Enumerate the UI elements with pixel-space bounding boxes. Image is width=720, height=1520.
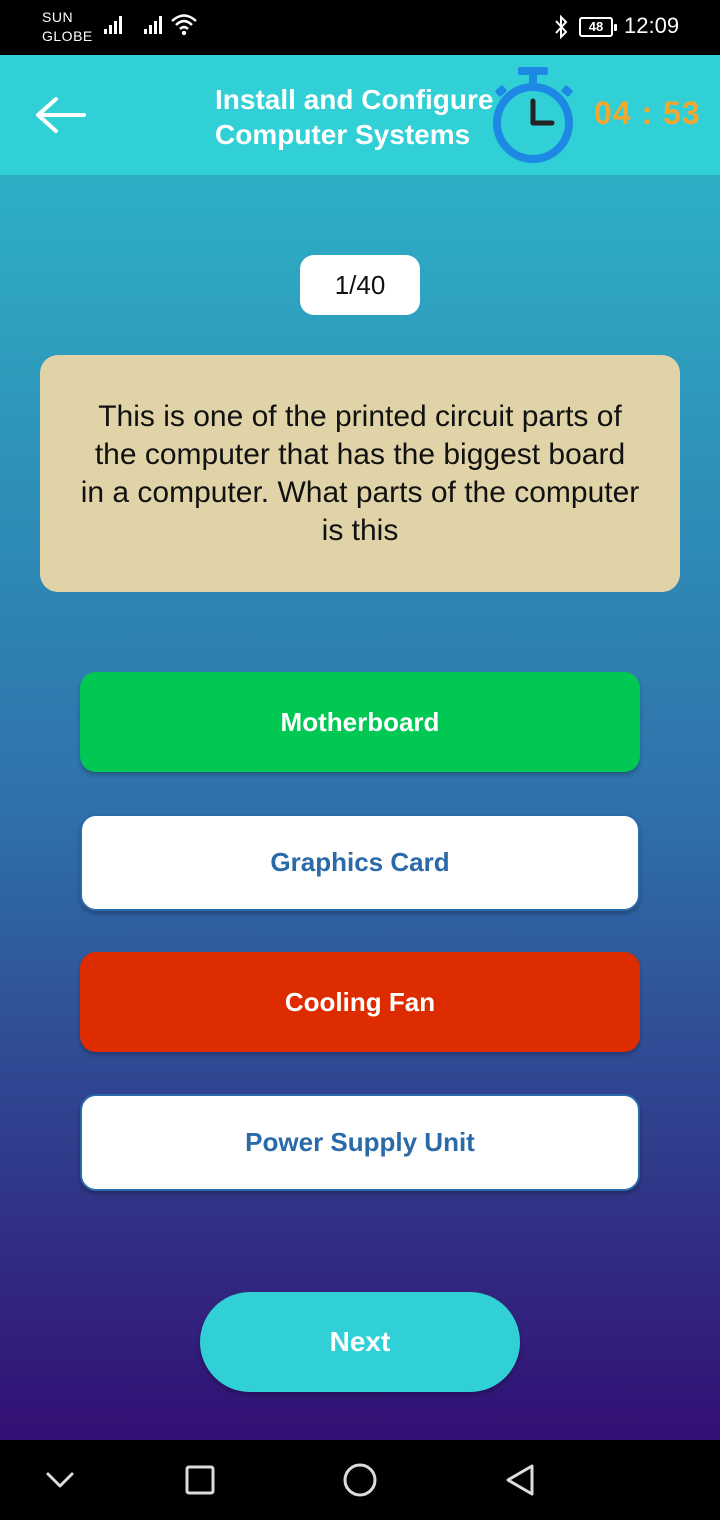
answer-option-graphics-card[interactable]: Graphics Card <box>80 814 640 911</box>
system-nav-bar <box>0 1440 720 1520</box>
bluetooth-icon <box>555 14 568 40</box>
back-arrow-icon[interactable] <box>32 93 88 137</box>
question-counter: 1/40 <box>300 255 420 315</box>
page-title: Install and Configure Computer Systems <box>215 84 494 150</box>
question-text: This is one of the printed circuit parts… <box>80 399 640 547</box>
wifi-icon <box>171 14 197 36</box>
signal-icon <box>104 14 122 34</box>
answer-option-motherboard[interactable]: Motherboard <box>80 672 640 772</box>
battery-icon: 48 <box>579 17 617 37</box>
stopwatch-icon <box>493 67 573 163</box>
status-time: 12:09 <box>624 13 680 38</box>
countdown-timer: 04 : 53 <box>594 95 701 131</box>
signal-icon <box>144 14 162 34</box>
app-header: Install and Configure Computer Systems 0… <box>0 55 720 175</box>
chevron-down-icon[interactable] <box>40 1460 80 1500</box>
status-bar: SUN GLOBE 48 12:09 <box>0 0 720 55</box>
carrier-line2: GLOBE <box>42 28 93 44</box>
quiz-screen: Install and Configure Computer Systems 0… <box>0 55 720 1440</box>
answer-option-cooling-fan[interactable]: Cooling Fan <box>80 952 640 1052</box>
square-icon[interactable] <box>180 1460 220 1500</box>
answer-option-power-supply-unit[interactable]: Power Supply Unit <box>80 1094 640 1191</box>
carrier-label: SUN GLOBE <box>42 8 93 46</box>
next-button[interactable]: Next <box>200 1292 520 1392</box>
circle-icon[interactable] <box>340 1460 380 1500</box>
triangle-back-icon[interactable] <box>500 1460 540 1500</box>
question-card: This is one of the printed circuit parts… <box>40 355 680 592</box>
carrier-line1: SUN <box>42 9 74 25</box>
